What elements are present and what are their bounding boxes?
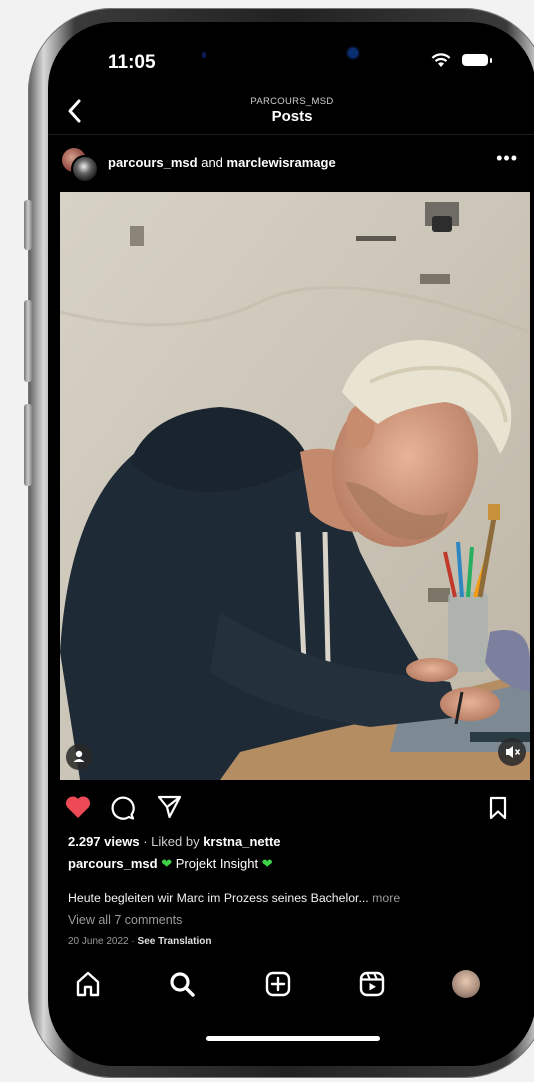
volume-up-button — [24, 300, 32, 382]
create-post-icon[interactable] — [262, 968, 294, 1000]
battery-icon — [462, 54, 492, 66]
bookmark-icon[interactable] — [488, 796, 508, 820]
author-connector: and — [201, 155, 223, 170]
header-divider — [48, 134, 534, 135]
collab-avatars[interactable] — [60, 146, 100, 183]
liked-by-user[interactable]: krstna_nette — [203, 834, 280, 849]
profile-avatar[interactable] — [452, 970, 480, 998]
post-authors: parcours_msd and marclewisramage — [108, 155, 336, 170]
front-camera — [348, 48, 358, 58]
comment-icon[interactable] — [110, 795, 136, 821]
muted-speaker-icon[interactable] — [498, 738, 526, 766]
tagged-people-icon[interactable] — [66, 744, 92, 770]
caption-username[interactable]: parcours_msd — [68, 856, 158, 871]
caption-body: Heute begleiten wir Marc im Prozess sein… — [68, 891, 369, 905]
see-translation-link[interactable]: See Translation — [138, 936, 212, 947]
video-frame-illustration — [60, 192, 530, 780]
silent-switch — [24, 200, 32, 250]
post-actions — [48, 794, 534, 826]
status-time: 11:05 — [108, 52, 156, 73]
caption-title: Projekt Insight — [175, 856, 259, 871]
home-icon[interactable] — [72, 968, 104, 1000]
reels-icon[interactable] — [356, 968, 388, 1000]
view-comments-link[interactable]: View all 7 comments — [68, 913, 182, 927]
heart-filled-icon[interactable] — [64, 794, 92, 820]
avatar — [71, 155, 99, 183]
phone-screen: 11:05 PARCOURS_MSD Posts parcours_msd an… — [48, 22, 534, 1066]
post-date-line: 20 June 2022 · See Translation — [68, 936, 211, 947]
paper-plane-icon[interactable] — [156, 794, 182, 820]
date-separator: · — [131, 936, 135, 947]
account-name: PARCOURS_MSD — [250, 96, 334, 107]
green-heart-icon: ❤ — [261, 856, 273, 871]
volume-down-button — [24, 404, 32, 486]
more-options-icon[interactable]: ••• — [496, 148, 518, 169]
caption-text: Heute begleiten wir Marc im Prozess sein… — [68, 891, 400, 905]
coauthor-link[interactable]: marclewisramage — [227, 155, 336, 170]
page-title: Posts — [271, 108, 313, 125]
caption-more-link[interactable]: more — [372, 891, 400, 905]
green-heart-icon: ❤ — [161, 856, 173, 871]
stats-separator: · — [143, 834, 148, 849]
views-count[interactable]: 2.297 views — [68, 834, 140, 849]
wifi-icon — [431, 53, 451, 67]
author-link[interactable]: parcours_msd — [108, 155, 198, 170]
home-indicator[interactable] — [206, 1036, 380, 1041]
search-icon[interactable] — [166, 968, 198, 1000]
post-video[interactable] — [60, 192, 530, 780]
post-stats: 2.297 views · Liked by krstna_nette — [68, 834, 281, 849]
caption-header: parcours_msd ❤ Projekt Insight ❤ — [68, 856, 273, 872]
post-date: 20 June 2022 — [68, 936, 129, 947]
bottom-tab-bar — [48, 960, 534, 1020]
liked-by-prefix: Liked by — [151, 834, 200, 849]
sensor-dot — [202, 52, 206, 58]
